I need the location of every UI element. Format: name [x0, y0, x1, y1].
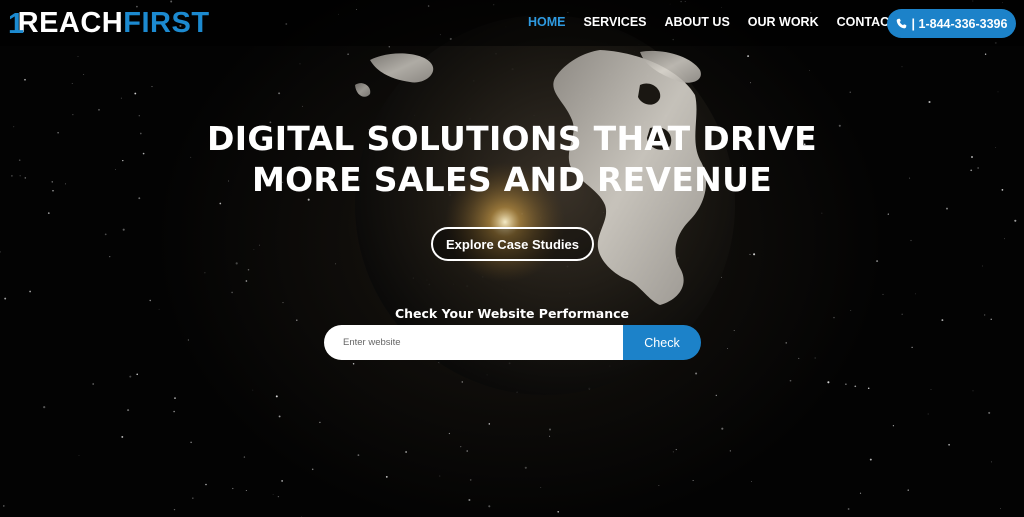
logo-text-reach: REACH [17, 7, 124, 39]
nav-services[interactable]: SERVICES [584, 15, 647, 29]
explore-case-studies-button[interactable]: Explore Case Studies [431, 227, 594, 261]
phone-button[interactable]: | 1-844-336-3396 [887, 9, 1016, 38]
nav-about-us[interactable]: ABOUT US [665, 15, 730, 29]
hero-headline-line-2: MORE SALES AND REVENUE [251, 160, 773, 199]
website-check-form: Check [324, 325, 701, 360]
nav-home[interactable]: HOME [528, 15, 566, 29]
website-input[interactable] [324, 325, 623, 360]
phone-icon [896, 18, 906, 29]
phone-number: | 1-844-336-3396 [911, 16, 1008, 31]
nav-our-work[interactable]: OUR WORK [748, 15, 819, 29]
logo-mark-icon: 1 [8, 8, 25, 40]
navbar: 1REACHFIRST HOME SERVICES ABOUT US OUR W… [0, 0, 1024, 46]
main-nav: HOME SERVICES ABOUT US OUR WORK CONTACT … [528, 15, 936, 29]
logo-text-first: FIRST [123, 7, 210, 39]
check-button[interactable]: Check [623, 325, 701, 360]
website-check-label: Check Your Website Performance [394, 306, 630, 321]
hero-headline-line-1: DIGITAL SOLUTIONS THAT DRIVE [207, 119, 817, 158]
hero-headline: DIGITAL SOLUTIONS THAT DRIVE MORE SALES … [0, 118, 1024, 200]
hero-section: 1REACHFIRST HOME SERVICES ABOUT US OUR W… [0, 0, 1024, 517]
reachfirst-logo[interactable]: 1REACHFIRST [8, 6, 210, 40]
